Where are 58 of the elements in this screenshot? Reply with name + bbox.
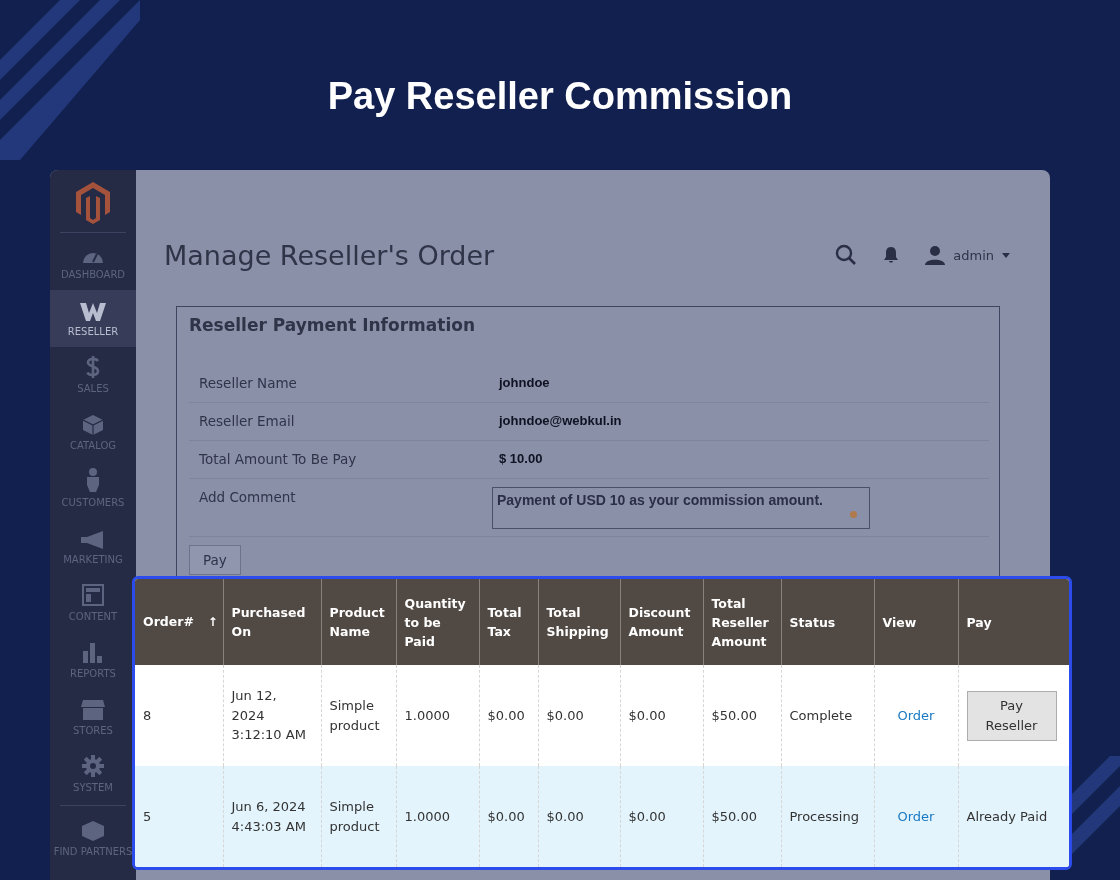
table-cell: Simple product bbox=[321, 766, 396, 867]
column-header[interactable]: Discount Amount bbox=[620, 579, 703, 665]
comment-field[interactable]: Payment of USD 10 as your commission amount. bbox=[492, 487, 870, 529]
table-cell: 5 bbox=[135, 766, 223, 867]
column-header[interactable]: Total Tax bbox=[479, 579, 538, 665]
column-header[interactable]: Status bbox=[781, 579, 874, 665]
layout-icon bbox=[82, 584, 104, 606]
user-icon bbox=[925, 245, 946, 265]
column-header[interactable]: Order# ↑ bbox=[135, 579, 223, 665]
caret-icon bbox=[1002, 252, 1010, 258]
table-row[interactable]: 5 Jun 6, 2024 4:43:03 AM Simple product 1.0000 $0.00 $0.00 $0.00 $50.00 Processing Order Already Paid bbox=[135, 766, 1069, 867]
settings-icon bbox=[82, 755, 104, 777]
column-header[interactable]: Product Name bbox=[321, 579, 396, 665]
blocks-icon bbox=[82, 821, 104, 841]
table-cell: $0.00 bbox=[620, 766, 703, 867]
column-header[interactable]: Purchased On bbox=[223, 579, 321, 665]
box-icon bbox=[83, 415, 103, 435]
banner-title: Pay Reseller Commission bbox=[327, 74, 793, 118]
order-link[interactable]: Order bbox=[897, 808, 935, 824]
store-icon bbox=[81, 700, 105, 720]
megaphone-icon bbox=[81, 531, 105, 549]
resize-handle-icon bbox=[850, 511, 857, 518]
section-title: Reseller Payment Information bbox=[189, 315, 476, 337]
table-cell: Jun 6, 2024 4:43:03 AM bbox=[223, 766, 321, 867]
field-value: johndoe@webkul.in bbox=[499, 412, 622, 430]
payment-status: Already Paid bbox=[966, 808, 1048, 824]
field-value: $ 10.00 bbox=[499, 450, 543, 468]
sort-arrow-icon: ↑ bbox=[207, 615, 218, 629]
person-icon bbox=[87, 468, 99, 492]
table-cell: $50.00 bbox=[703, 766, 781, 867]
page-title: Manage Reseller's Order bbox=[164, 239, 495, 271]
bell-icon[interactable] bbox=[883, 246, 900, 264]
column-header[interactable]: Pay bbox=[958, 579, 1069, 665]
dollar-icon bbox=[86, 356, 100, 378]
column-header[interactable]: Total Reseller Amount bbox=[703, 579, 781, 665]
column-header[interactable]: Total Shipping bbox=[538, 579, 620, 665]
column-header[interactable]: Quantity to be Paid bbox=[396, 579, 479, 665]
user-name: admin bbox=[953, 247, 994, 263]
table-cell: 1.0000 bbox=[396, 766, 479, 867]
table-cell: 8 bbox=[135, 665, 223, 766]
pay-button[interactable]: Pay bbox=[189, 545, 241, 575]
field-label: Total Amount To Be Pay bbox=[199, 450, 358, 469]
logo-icon bbox=[76, 182, 110, 224]
table-cell: $0.00 bbox=[479, 766, 538, 867]
search-icon[interactable] bbox=[835, 244, 858, 266]
w-logo-icon bbox=[80, 303, 106, 321]
field-label: Reseller Name bbox=[199, 374, 298, 393]
column-header[interactable]: View bbox=[874, 579, 958, 665]
field-label: Reseller Email bbox=[199, 412, 296, 431]
pay-reseller-button[interactable]: Pay Reseller bbox=[966, 690, 1057, 741]
sidebar-item[interactable]: RESELLER bbox=[50, 290, 136, 347]
table-cell: $0.00 bbox=[538, 766, 620, 867]
field-label: Add Comment bbox=[199, 488, 297, 507]
bar-chart-icon bbox=[83, 643, 103, 663]
user-menu[interactable]: admin bbox=[925, 245, 1010, 265]
table-cell: Processing bbox=[781, 766, 874, 867]
field-value: johndoe bbox=[499, 374, 550, 392]
order-link[interactable]: Order bbox=[897, 707, 935, 723]
